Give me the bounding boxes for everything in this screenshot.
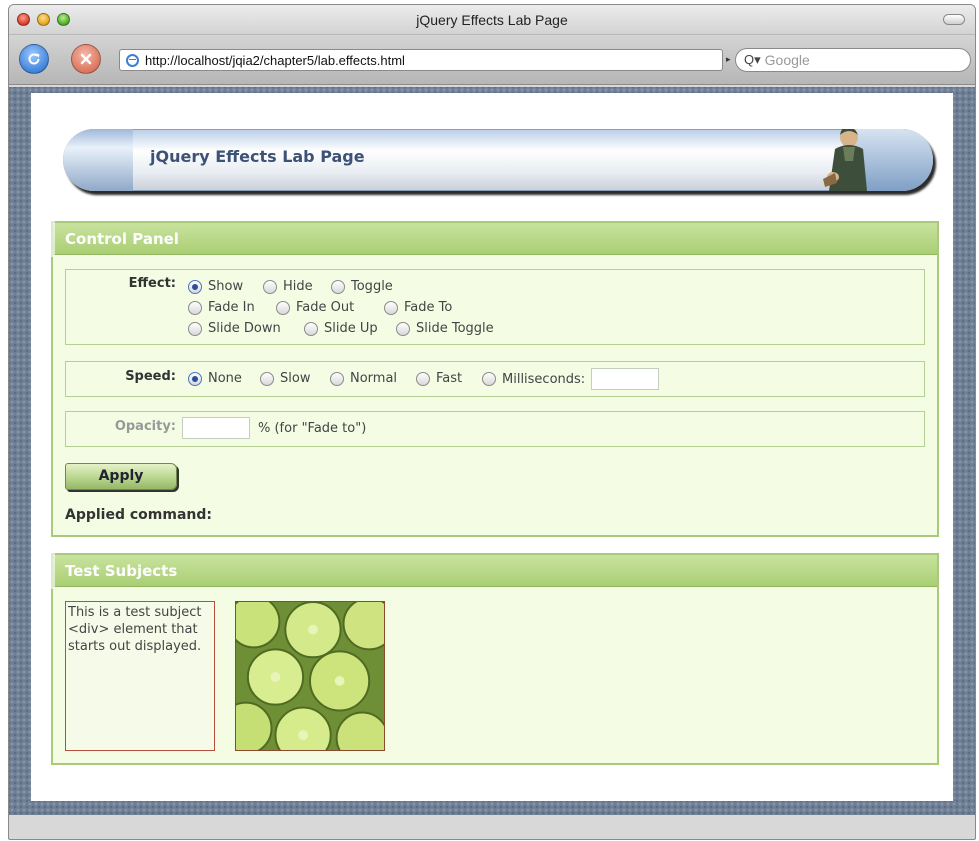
radio-icon[interactable] bbox=[188, 300, 202, 315]
radio-icon[interactable] bbox=[482, 372, 496, 386]
speed-fieldset: Speed: None Slow Normal Fast Millisecond… bbox=[65, 361, 925, 397]
effect-slide-up-label: Slide Up bbox=[324, 321, 378, 336]
effect-toggle-label: Toggle bbox=[351, 279, 393, 294]
reload-button[interactable] bbox=[19, 44, 49, 74]
radio-icon[interactable] bbox=[416, 371, 430, 386]
radio-icon[interactable] bbox=[276, 300, 290, 315]
browser-toolbar: http://localhost/jqia2/chapter5/lab.effe… bbox=[9, 35, 975, 85]
effect-fieldset: Effect: Show Hide Toggle Fade In Fade Ou… bbox=[65, 269, 925, 345]
effect-slide-up-option[interactable]: Slide Up bbox=[304, 321, 378, 336]
applied-command-label: Applied command: bbox=[65, 507, 212, 523]
control-panel-heading: Control Panel bbox=[53, 223, 937, 255]
speed-none-label: None bbox=[208, 371, 242, 386]
test-subject-div: This is a test subject <div> element tha… bbox=[65, 601, 215, 751]
effect-label: Effect: bbox=[128, 276, 176, 291]
effect-show-option[interactable]: Show bbox=[188, 279, 243, 294]
speed-normal-label: Normal bbox=[350, 371, 398, 386]
effect-fade-out-label: Fade Out bbox=[296, 300, 355, 315]
radio-icon[interactable] bbox=[396, 321, 410, 336]
apply-button[interactable]: Apply bbox=[65, 463, 177, 490]
effect-hide-option[interactable]: Hide bbox=[263, 279, 313, 294]
banner-title: jQuery Effects Lab Page bbox=[150, 147, 365, 166]
speed-slow-option[interactable]: Slow bbox=[260, 371, 310, 386]
stop-icon bbox=[80, 53, 92, 65]
address-url: http://localhost/jqia2/chapter5/lab.effe… bbox=[145, 52, 405, 68]
search-placeholder: Google bbox=[764, 52, 810, 68]
speed-label: Speed: bbox=[125, 369, 176, 384]
test-subjects-heading: Test Subjects bbox=[53, 555, 937, 587]
page-banner: jQuery Effects Lab Page bbox=[63, 129, 933, 191]
search-icon: Q▾ bbox=[744, 52, 761, 67]
speed-milliseconds-label: Milliseconds: bbox=[502, 371, 586, 387]
mascot-figure-image bbox=[823, 129, 867, 191]
opacity-hint: % (for "Fade to") bbox=[258, 421, 367, 436]
page-viewport: jQuery Effects Lab Page Control Panel Ef… bbox=[9, 87, 975, 815]
radio-icon[interactable] bbox=[263, 279, 277, 294]
speed-normal-option[interactable]: Normal bbox=[330, 371, 397, 386]
search-field[interactable]: Q▾ Google bbox=[735, 48, 971, 72]
speed-none-option[interactable]: None bbox=[188, 371, 242, 386]
test-subjects-panel: Test Subjects This is a test subject <di… bbox=[51, 553, 939, 765]
speed-fast-label: Fast bbox=[436, 371, 463, 386]
page-content: jQuery Effects Lab Page Control Panel Ef… bbox=[31, 93, 953, 801]
radio-icon[interactable] bbox=[330, 371, 344, 386]
milliseconds-input[interactable] bbox=[591, 368, 660, 390]
effect-fade-in-label: Fade In bbox=[208, 300, 255, 315]
effect-slide-toggle-label: Slide Toggle bbox=[416, 321, 494, 336]
stop-button[interactable] bbox=[71, 44, 101, 74]
banner-left-cap bbox=[63, 129, 133, 191]
effect-toggle-option[interactable]: Toggle bbox=[331, 279, 393, 294]
effect-fade-to-option[interactable]: Fade To bbox=[384, 300, 452, 315]
effect-slide-down-option[interactable]: Slide Down bbox=[188, 321, 281, 336]
radio-icon[interactable] bbox=[384, 300, 398, 315]
radio-icon[interactable] bbox=[331, 279, 345, 294]
toolbar-toggle-button[interactable] bbox=[943, 14, 965, 25]
window-title: jQuery Effects Lab Page bbox=[416, 12, 568, 28]
reload-icon bbox=[28, 53, 40, 65]
radio-icon[interactable] bbox=[188, 279, 202, 294]
speed-milliseconds-option[interactable]: Milliseconds: bbox=[482, 368, 660, 390]
opacity-label: Opacity: bbox=[114, 419, 176, 434]
address-dropdown-icon[interactable]: ▸ bbox=[726, 55, 731, 65]
speed-slow-label: Slow bbox=[280, 371, 311, 386]
title-bar: jQuery Effects Lab Page bbox=[9, 5, 975, 35]
browser-window: jQuery Effects Lab Page http://localhost… bbox=[8, 4, 976, 840]
effect-slide-down-label: Slide Down bbox=[208, 321, 281, 336]
radio-icon[interactable] bbox=[260, 371, 274, 386]
radio-icon[interactable] bbox=[304, 321, 318, 336]
opacity-input[interactable] bbox=[182, 417, 250, 439]
control-panel: Control Panel Effect: Show Hide Toggle F… bbox=[51, 221, 939, 537]
effect-fade-to-label: Fade To bbox=[404, 300, 453, 315]
opacity-fieldset: Opacity: % (for "Fade to") bbox=[65, 411, 925, 447]
effect-show-label: Show bbox=[208, 279, 244, 294]
effect-slide-toggle-option[interactable]: Slide Toggle bbox=[396, 321, 494, 336]
address-bar[interactable]: http://localhost/jqia2/chapter5/lab.effe… bbox=[119, 49, 723, 71]
globe-icon bbox=[126, 53, 139, 67]
speed-fast-option[interactable]: Fast bbox=[416, 371, 462, 386]
effect-fade-in-option[interactable]: Fade In bbox=[188, 300, 255, 315]
radio-icon[interactable] bbox=[188, 321, 202, 336]
effect-hide-label: Hide bbox=[283, 279, 313, 294]
radio-icon[interactable] bbox=[188, 371, 202, 386]
effect-fade-out-option[interactable]: Fade Out bbox=[276, 300, 354, 315]
limes-image bbox=[235, 601, 385, 751]
